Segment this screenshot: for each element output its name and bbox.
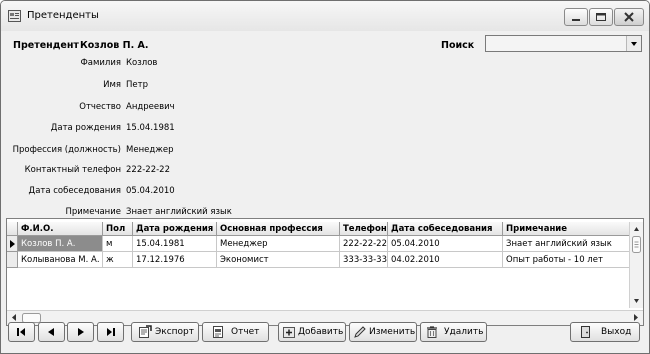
next-record-button[interactable] <box>67 322 94 342</box>
grid-cell-fio[interactable]: Козлов П. А. <box>18 236 103 252</box>
field-value-interview-date: 05.04.2010 <box>126 186 175 196</box>
grid-header-interview-date[interactable]: Дата собеседования <box>388 222 503 236</box>
edit-label: Изменить <box>369 327 416 337</box>
exit-label: Выход <box>601 327 632 337</box>
row-indicator[interactable] <box>7 252 18 268</box>
grid-cell-fio[interactable]: Колыванова М. А. <box>18 252 103 268</box>
grid-corner <box>7 222 18 236</box>
grid-header-note[interactable]: Примечание <box>503 222 630 236</box>
delete-label: Удалить <box>444 327 484 337</box>
grid-cell-profession[interactable]: Экономист <box>217 252 340 268</box>
report-icon <box>213 326 223 338</box>
field-value-note: Знает английский язык <box>126 207 232 217</box>
grid-cell-birthdate[interactable]: 15.04.1981 <box>133 236 217 252</box>
report-label: Отчет <box>231 327 260 337</box>
main-window: Претенденты Претендент Козлов П. А. Поис… <box>0 0 650 354</box>
field-value-patronymic: Андреевич <box>126 102 175 112</box>
candidate-header-label: Претендент <box>13 40 79 51</box>
exit-button[interactable]: Выход <box>570 322 640 342</box>
minimize-button[interactable] <box>564 8 588 26</box>
maximize-icon <box>596 13 606 21</box>
first-record-icon <box>17 328 25 336</box>
close-button[interactable] <box>614 8 644 26</box>
search-label: Поиск <box>441 40 475 51</box>
grid-cell-interview-date[interactable]: 05.04.2010 <box>388 236 503 252</box>
previous-record-button[interactable] <box>38 322 65 342</box>
app-icon <box>8 10 21 22</box>
field-label-interview-date: Дата собеседования <box>28 186 121 196</box>
trash-icon <box>427 326 437 338</box>
edit-pencil-icon <box>354 326 366 338</box>
grid-cell-gender[interactable]: ж <box>103 252 133 268</box>
first-record-button[interactable] <box>8 322 35 342</box>
close-icon <box>624 12 634 22</box>
grid-header-profession[interactable]: Основная профессия <box>217 222 340 236</box>
grid-header-gender[interactable]: Пол <box>103 222 133 236</box>
add-icon <box>283 327 295 338</box>
field-label-lastname: Фамилия <box>80 58 121 68</box>
field-value-phone: 222-22-22 <box>126 165 170 175</box>
field-value-birthdate: 15.04.1981 <box>126 123 175 133</box>
export-label: Экспорт <box>155 327 195 337</box>
grid-cell-profession[interactable]: Менеджер <box>217 236 340 252</box>
field-label-note: Примечание <box>65 207 122 217</box>
next-record-icon <box>78 328 84 336</box>
last-record-icon <box>107 328 115 336</box>
grid-cell-note[interactable]: Опыт работы - 10 лет <box>503 252 630 268</box>
grid-header-birthdate[interactable]: Дата рождения <box>133 222 217 236</box>
grid-cell-interview-date[interactable]: 04.02.2010 <box>388 252 503 268</box>
field-value-profession: Менеджер <box>126 145 174 155</box>
grid-cell-phone[interactable]: 333-33-33 <box>340 252 388 268</box>
field-label-patronymic: Отчество <box>79 102 121 112</box>
candidates-grid[interactable]: Ф.И.О. Пол Дата рождения Основная профес… <box>6 218 644 326</box>
candidate-header-name: Козлов П. А. <box>80 40 149 51</box>
title-bar[interactable]: Претенденты <box>1 1 649 31</box>
grid-header-phone[interactable]: Телефон <box>340 222 388 236</box>
add-button[interactable]: Добавить <box>278 322 346 342</box>
field-value-lastname: Козлов <box>126 58 158 68</box>
grid-header-fio[interactable]: Ф.И.О. <box>18 222 103 236</box>
row-indicator[interactable] <box>7 236 18 252</box>
search-dropdown-button[interactable] <box>626 36 641 51</box>
field-label-phone: Контактный телефон <box>24 165 121 175</box>
grid-cell-gender[interactable]: м <box>103 236 133 252</box>
search-combobox[interactable] <box>485 35 642 52</box>
report-button[interactable]: Отчет <box>202 322 269 342</box>
vertical-scrollbar-graphics <box>632 227 641 303</box>
previous-record-icon <box>48 328 54 336</box>
add-label: Добавить <box>298 327 344 337</box>
last-record-button[interactable] <box>97 322 124 342</box>
grid-cell-note[interactable]: Знает английский язык <box>503 236 630 252</box>
client-area: Претендент Козлов П. А. Поиск Фамилия Ко… <box>1 31 649 353</box>
export-icon <box>139 325 152 338</box>
exit-door-icon <box>581 326 590 338</box>
minimize-icon <box>572 19 580 21</box>
grid-cell-birthdate[interactable]: 17.12.1976 <box>133 252 217 268</box>
window-title: Претенденты <box>27 10 99 21</box>
chevron-down-icon <box>631 42 637 46</box>
grid-cell-phone[interactable]: 222-22-22 <box>340 236 388 252</box>
maximize-button[interactable] <box>589 8 613 26</box>
export-button[interactable]: Экспорт <box>131 322 199 342</box>
edit-button[interactable]: Изменить <box>349 322 417 342</box>
delete-button[interactable]: Удалить <box>420 322 487 342</box>
vertical-scrollbar[interactable] <box>629 222 643 308</box>
field-label-profession: Профессия (должность) <box>12 145 121 155</box>
field-label-firstname: Имя <box>103 80 121 90</box>
field-label-birthdate: Дата рождения <box>50 123 121 133</box>
field-value-firstname: Петр <box>126 80 148 90</box>
current-row-arrow-icon <box>10 240 15 248</box>
